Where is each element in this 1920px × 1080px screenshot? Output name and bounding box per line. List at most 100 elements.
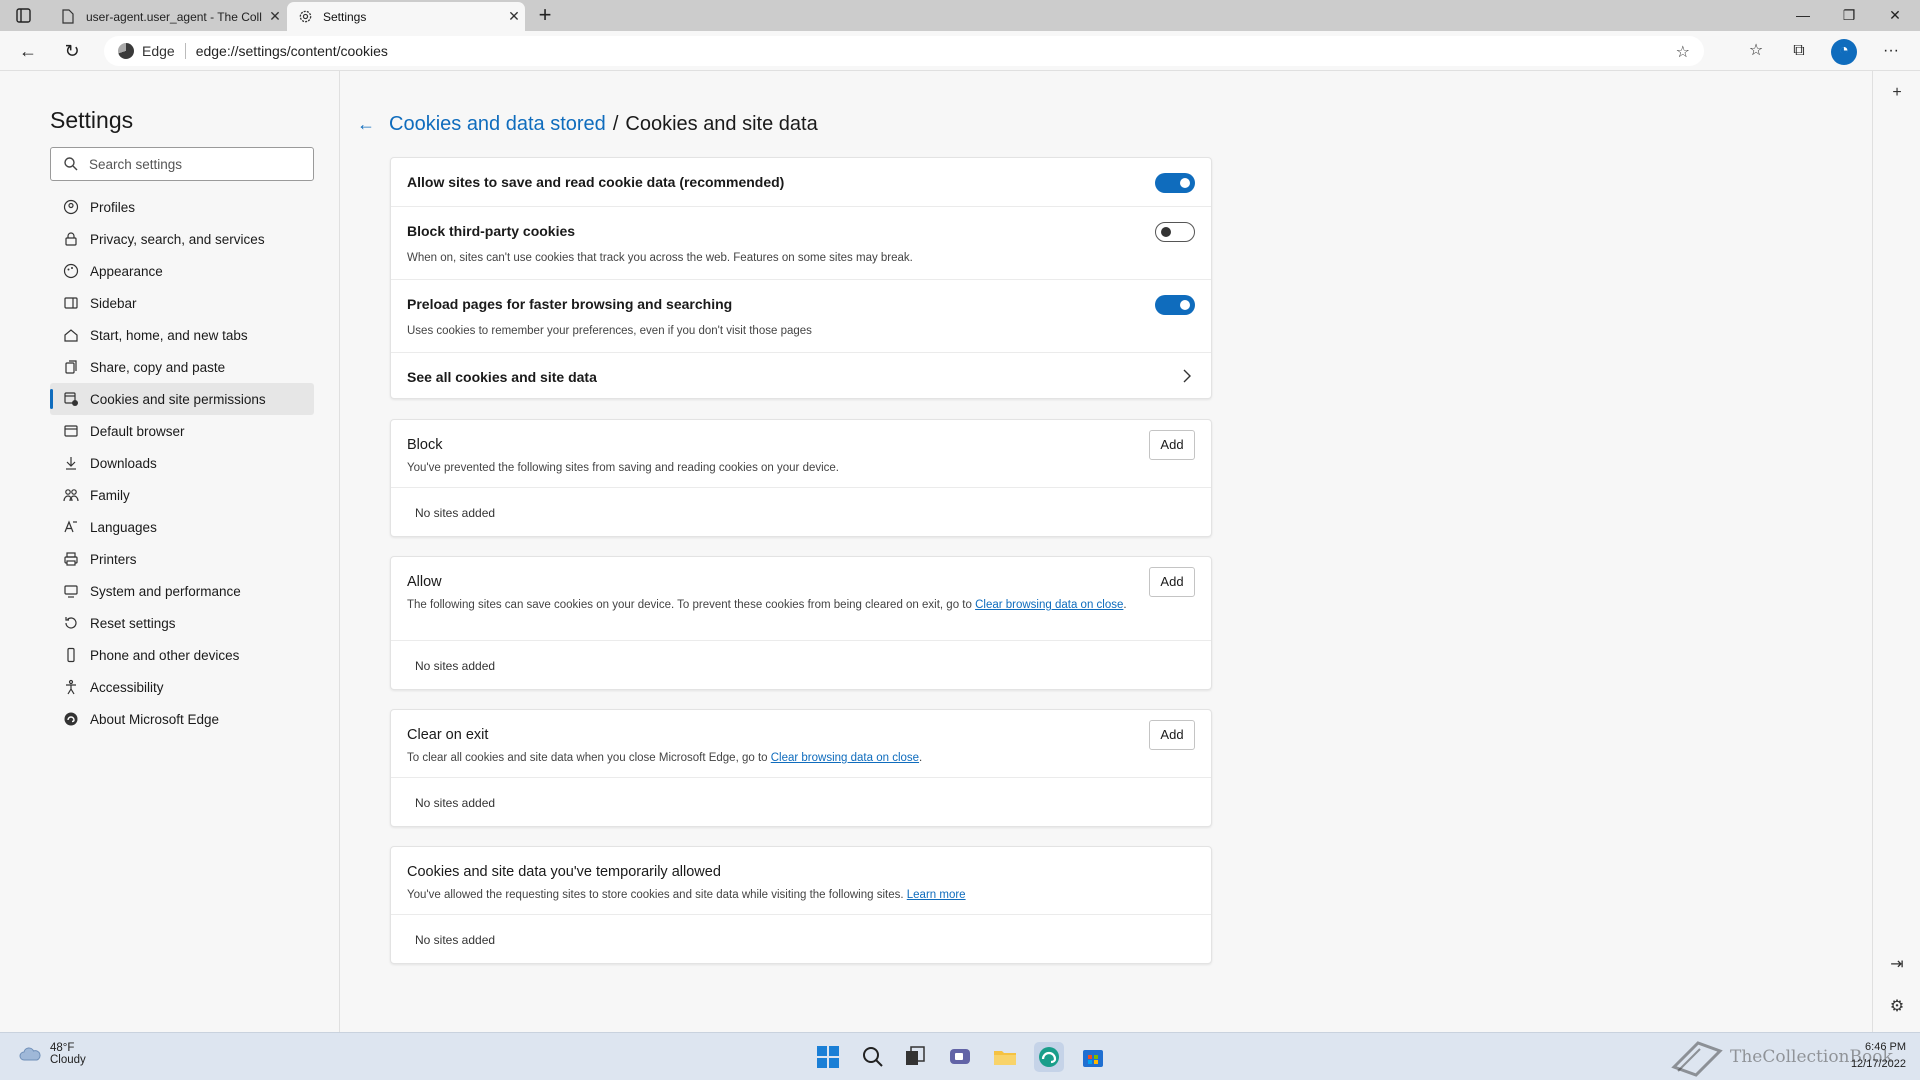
profile-avatar-icon[interactable]: ◔ [1831,39,1857,65]
edge-browser-icon[interactable] [1034,1042,1064,1072]
tab-actions-icon[interactable] [12,6,36,26]
sidebar-item-accessibility[interactable]: Accessibility [50,671,314,703]
sidebar-item-family[interactable]: Family [50,479,314,511]
new-tab-button[interactable]: + [532,3,558,29]
sidebar-item-label: Cookies and site permissions [90,391,266,407]
learn-more-link[interactable]: Learn more [907,889,966,901]
sidebar-icon [62,294,80,312]
add-block-button[interactable]: Add [1149,430,1195,460]
title-bar: user-agent.user_agent - The Coll ✕ Setti… [0,0,1920,31]
section-title: Cookies and site data you've temporarily… [407,864,721,880]
sidebar-item-downloads[interactable]: Downloads [50,447,314,479]
minimize-icon[interactable]: — [1780,0,1826,31]
collections-icon[interactable]: ⧉ [1786,39,1812,65]
file-explorer-icon[interactable] [990,1042,1020,1072]
section-description: The following sites can save cookies on … [407,597,1127,613]
sidebar-item-default-browser[interactable]: Default browser [50,415,314,447]
sidebar-item-label: Start, home, and new tabs [90,327,248,343]
add-favorite-icon[interactable]: ☆ [1676,42,1690,62]
sidebar-item-label: Default browser [90,423,185,439]
tab-title: user-agent.user_agent - The Coll [86,9,262,24]
cookie-settings-card: Allow sites to save and read cookie data… [390,157,1212,399]
block-header: Block You've prevented the following sit… [391,420,1211,488]
setting-label: Allow sites to save and read cookie data… [407,174,785,190]
block-third-party-toggle[interactable] [1155,222,1195,242]
sidebar-item-profiles[interactable]: Profiles [50,191,314,223]
sidebar-item-label: System and performance [90,583,241,599]
microsoft-store-icon[interactable] [1078,1042,1108,1072]
tab-settings[interactable]: Settings ✕ [287,2,525,31]
address-bar[interactable]: Edge edge://settings/content/cookies ☆ [104,36,1704,66]
tab-user-agent[interactable]: user-agent.user_agent - The Coll ✕ [50,2,286,31]
languages-icon [62,518,80,536]
sidebar-item-about[interactable]: About Microsoft Edge [50,703,314,735]
clock-date: 12/17/2022 [1850,1058,1906,1070]
see-all-cookies-row[interactable]: See all cookies and site data [391,353,1211,399]
section-description: To clear all cookies and site data when … [407,750,922,766]
chat-icon[interactable] [945,1042,975,1072]
add-icon[interactable]: + [1887,83,1907,103]
search-input[interactable] [89,156,309,172]
system-tray-clock[interactable]: 6:46 PM 12/17/2022 [1851,1039,1906,1073]
settings-title: Settings [50,107,134,133]
allow-list: No sites added [391,641,1211,690]
sidebar-item-privacy[interactable]: Privacy, search, and services [50,223,314,255]
setting-label: See all cookies and site data [407,369,597,385]
sidebar-item-system[interactable]: System and performance [50,575,314,607]
sidebar-settings-icon[interactable]: ⚙ [1887,997,1907,1017]
sidebar-item-reset[interactable]: Reset settings [50,607,314,639]
allow-sites-toggle[interactable] [1155,173,1195,193]
weather-widget[interactable]: 48°F Cloudy [18,1042,86,1066]
close-window-icon[interactable]: ✕ [1872,0,1918,31]
add-clear-on-exit-button[interactable]: Add [1149,720,1195,750]
page-title: Cookies and site data [625,112,818,135]
sidebar-item-label: Printers [90,551,137,567]
settings-sidebar: Settings Profiles Privacy, search, and s… [0,71,340,1032]
sidebar-item-label: Sidebar [90,295,137,311]
clear-browsing-data-link[interactable]: Clear browsing data on close [771,752,919,764]
windows-start-icon[interactable] [813,1042,843,1072]
restore-icon[interactable]: ❐ [1826,0,1872,31]
favorites-icon[interactable]: ☆ [1743,39,1769,65]
sidebar-item-phone[interactable]: Phone and other devices [50,639,314,671]
sidebar-item-label: About Microsoft Edge [90,711,220,727]
sidebar-item-label: Privacy, search, and services [90,231,265,247]
search-icon[interactable] [858,1042,888,1072]
sidebar-item-cookies[interactable]: Cookies and site permissions [50,383,314,415]
breadcrumb: ← Cookies and data stored / Cookies and … [357,110,818,138]
sidebar-item-sidebar[interactable]: Sidebar [50,287,314,319]
home-icon [62,326,80,344]
breadcrumb-parent-link[interactable]: Cookies and data stored [389,113,606,136]
clock-time: 6:46 PM [1865,1041,1906,1053]
sidebar-item-appearance[interactable]: Appearance [50,255,314,287]
back-arrow-icon[interactable]: ← [357,114,375,135]
accessibility-icon [62,678,80,696]
more-menu-icon[interactable]: ··· [1878,39,1904,65]
search-settings-field[interactable] [50,147,314,181]
description-suffix: . [1123,599,1127,611]
setting-label: Preload pages for faster browsing and se… [407,296,733,312]
temporarily-allowed-list: No sites added [391,915,1211,964]
close-tab-icon[interactable]: ✕ [503,8,525,25]
setting-block-third-party: Block third-party cookies When on, sites… [391,207,1211,280]
preload-toggle[interactable] [1155,295,1195,315]
back-icon[interactable]: ← [14,37,42,65]
sidebar-item-start-home[interactable]: Start, home, and new tabs [50,319,314,351]
description-suffix: . [919,752,923,764]
sidebar-item-share[interactable]: Share, copy and paste [50,351,314,383]
sidebar-item-languages[interactable]: Languages [50,511,314,543]
temporarily-allowed-card: Cookies and site data you've temporarily… [390,846,1212,964]
sidebar-item-label: Phone and other devices [90,647,240,663]
clear-on-exit-list: No sites added [391,778,1211,827]
section-description: You've allowed the requesting sites to s… [407,887,966,903]
site-label: Edge [142,43,175,59]
refresh-icon[interactable]: ↻ [58,37,86,65]
hide-sidebar-icon[interactable]: ⇥ [1887,955,1907,975]
block-list: No sites added [391,488,1211,537]
add-allow-button[interactable]: Add [1149,567,1195,597]
clear-browsing-data-link[interactable]: Clear browsing data on close [975,599,1123,611]
sidebar-item-printers[interactable]: Printers [50,543,314,575]
close-tab-icon[interactable]: ✕ [264,8,286,25]
url-text[interactable]: edge://settings/content/cookies [196,43,388,59]
task-view-icon[interactable] [900,1042,930,1072]
